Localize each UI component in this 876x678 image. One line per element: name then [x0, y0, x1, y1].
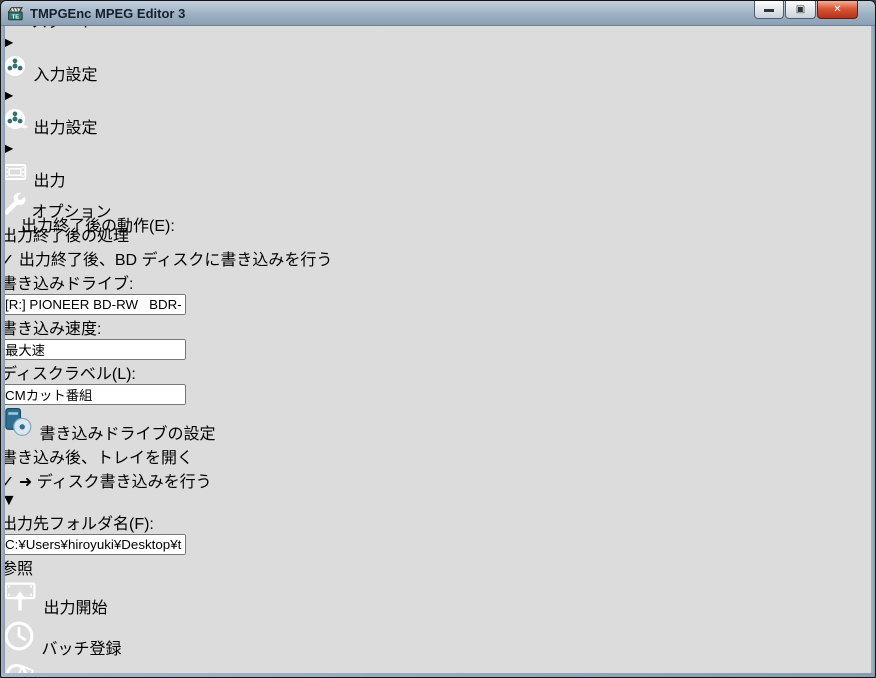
minimize-icon: ▬ — [764, 4, 774, 15]
post-action-label: 出力終了後の動作(E): — [21, 218, 175, 235]
write-to-bd-checkbox[interactable]: ✓ 出力終了後、BD ディスクに書き込みを行う — [1, 246, 875, 270]
write-drive-field[interactable] — [1, 294, 186, 315]
app-window: TE TMPGEnc MPEG Editor 3 ▬ ▣ ✕ スタート ▶ 入力… — [0, 0, 876, 678]
output-folder-label: 出力先フォルダ名(F): — [1, 516, 154, 533]
write-to-bd-label: 出力終了後、BD ディスクに書き込みを行う — [18, 252, 333, 269]
tab-output-settings-label: 出力設定 — [33, 120, 98, 137]
toolbar: スタート ▶ 入力設定 ▶ 出力設定 — [1, 1, 875, 222]
chevron-down-icon: ▼ — [1, 492, 17, 509]
preview-button[interactable]: プレビュー — [1, 659, 875, 677]
checkbox-checked-icon[interactable]: ✓ — [1, 252, 14, 269]
drive-disc-icon — [1, 405, 35, 439]
film-strip-icon — [1, 164, 33, 190]
red-checked-box-icon: ✓ — [1, 474, 15, 491]
tab-output-label: 出力 — [33, 173, 66, 190]
post-action-combobox[interactable]: ✓ ➜ ディスク書き込みを行う — [1, 468, 875, 492]
start-output-label: 出力開始 — [43, 600, 108, 617]
output-folder-input[interactable] — [1, 534, 186, 555]
tab-input-settings[interactable]: 入力設定 — [1, 52, 118, 85]
disc-label-label: ディスクラベル(L): — [1, 366, 136, 383]
drive-settings-label: 書き込みドライブの設定 — [39, 426, 216, 443]
step-arrow-icon: ▶ — [1, 140, 14, 157]
disc-label-field[interactable] — [1, 384, 186, 405]
app-icon: TE — [7, 5, 24, 22]
film-reel-icon — [1, 108, 33, 137]
open-tray-label: 書き込み後、トレイを開く — [1, 450, 194, 467]
action-button-panel: 出力開始 バッチ登録 — [1, 579, 875, 677]
close-icon: ✕ — [833, 4, 842, 15]
magnifier-film-icon — [1, 659, 37, 677]
post-output-panel: 出力終了後の処理 ✓ 出力終了後、BD ディスクに書き込みを行う 書き込みドライ… — [1, 218, 875, 510]
write-speed-field[interactable] — [1, 339, 186, 360]
title-bar[interactable]: TE TMPGEnc MPEG Editor 3 — [1, 1, 875, 26]
red-arrow-icon: ➜ — [18, 474, 33, 491]
open-tray-checkbox[interactable]: 書き込み後、トレイを開く — [1, 444, 875, 468]
window-title: TMPGEnc MPEG Editor 3 — [30, 5, 186, 21]
tab-input-settings-label: 入力設定 — [33, 67, 98, 84]
film-reel-icon — [1, 55, 33, 84]
batch-register-button[interactable]: バッチ登録 — [1, 618, 875, 659]
drive-settings-button[interactable]: 書き込みドライブの設定 — [1, 405, 875, 444]
browse-button[interactable]: 参照 — [1, 555, 875, 579]
write-drive-label: 書き込みドライブ: — [1, 276, 134, 293]
browse-label: 参照 — [1, 561, 34, 578]
write-speed-label: 書き込み速度: — [1, 321, 102, 338]
tab-output-settings[interactable]: 出力設定 — [1, 105, 118, 138]
clock-icon — [1, 618, 37, 654]
minimize-button[interactable]: ▬ — [754, 1, 784, 19]
maximize-icon: ▣ — [795, 4, 806, 15]
svg-text:TE: TE — [12, 14, 19, 20]
start-output-button[interactable]: 出力開始 — [1, 579, 875, 618]
combobox-dropdown-button[interactable]: ▼ — [1, 492, 875, 510]
step-arrow-icon: ▶ — [1, 87, 14, 104]
maximize-button[interactable]: ▣ — [785, 1, 816, 19]
close-button[interactable]: ✕ — [817, 1, 858, 19]
batch-register-label: バッチ登録 — [41, 641, 122, 658]
bottom-panel: 出力先フォルダ名(F): 参照 出力開始 — [1, 510, 875, 677]
step-arrow-icon: ▶ — [1, 34, 14, 51]
post-action-value: ディスク書き込みを行う — [36, 474, 212, 491]
tab-output[interactable]: 出力 — [1, 158, 122, 191]
film-up-arrow-icon — [1, 579, 39, 613]
